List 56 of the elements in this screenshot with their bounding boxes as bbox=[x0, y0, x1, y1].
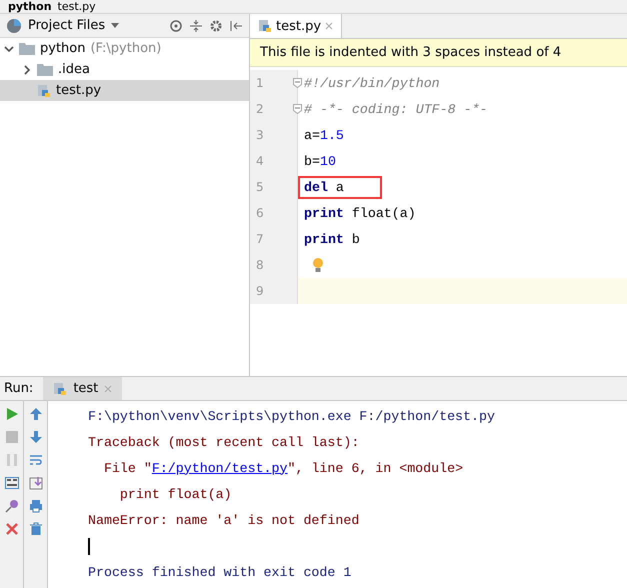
tree-item[interactable]: test.py bbox=[0, 80, 249, 101]
scroll-to-end-icon[interactable] bbox=[28, 476, 42, 490]
up-arrow-icon[interactable] bbox=[28, 407, 42, 421]
code-line: b=10 bbox=[304, 152, 336, 170]
python-file-icon bbox=[258, 19, 272, 33]
code-line: print b bbox=[304, 230, 360, 248]
close-icon[interactable] bbox=[325, 22, 334, 30]
line-number: 3 bbox=[250, 122, 298, 148]
breadcrumb-item[interactable]: python bbox=[8, 0, 52, 14]
line-number: 7 bbox=[250, 226, 298, 252]
hide-icon[interactable] bbox=[229, 18, 243, 32]
fold-icon[interactable] bbox=[293, 78, 302, 88]
console-line: F:\python\venv\Scripts\python.exe F:/python/test.py bbox=[88, 408, 495, 424]
tree-item[interactable]: python (F:\python) bbox=[0, 38, 249, 59]
editor-tab[interactable]: test.py bbox=[250, 14, 342, 38]
python-file-icon bbox=[53, 382, 68, 396]
code-line: a=1.5 bbox=[304, 126, 344, 144]
line-number: 9 bbox=[250, 278, 298, 304]
chevron-right-icon[interactable] bbox=[22, 64, 32, 74]
folder-path: (F:\python) bbox=[90, 41, 162, 56]
line-number: 5 bbox=[250, 174, 298, 200]
indent-warning-banner: This file is indented with 3 spaces instead of 4 bbox=[250, 39, 627, 67]
code-line: # -*- coding: UTF-8 -*- bbox=[304, 100, 488, 118]
lightbulb-icon[interactable] bbox=[312, 257, 324, 273]
code-line: #!/usr/bin/python bbox=[304, 74, 440, 92]
project-view-title[interactable]: Project Files bbox=[28, 18, 106, 33]
tree-item[interactable]: .idea bbox=[0, 59, 249, 80]
collapse-icon[interactable] bbox=[189, 18, 203, 32]
run-tab[interactable]: test bbox=[43, 377, 122, 400]
file-link[interactable]: F:/python/test.py bbox=[152, 460, 288, 476]
layout-icon[interactable] bbox=[4, 476, 18, 490]
console-line: Traceback (most recent call last): bbox=[88, 434, 360, 450]
target-icon[interactable] bbox=[169, 18, 183, 32]
project-icon bbox=[6, 18, 22, 34]
line-number: 4 bbox=[250, 148, 298, 174]
fold-icon[interactable] bbox=[293, 104, 302, 114]
folder-icon bbox=[19, 42, 35, 55]
chevron-down-icon[interactable] bbox=[4, 44, 14, 54]
folder-icon bbox=[37, 63, 53, 76]
console-line: NameError: name 'a' is not defined bbox=[88, 512, 360, 528]
python-file-icon bbox=[37, 84, 51, 98]
down-arrow-icon[interactable] bbox=[28, 430, 42, 444]
wrap-icon[interactable] bbox=[28, 453, 42, 467]
run-icon[interactable] bbox=[4, 407, 18, 421]
print-icon[interactable] bbox=[28, 499, 42, 513]
line-number: 8 bbox=[250, 252, 298, 278]
trash-icon[interactable] bbox=[28, 522, 42, 536]
close-icon[interactable] bbox=[4, 522, 18, 536]
code-line: print float(a) bbox=[304, 204, 416, 222]
console-line: print float(a) bbox=[118, 486, 232, 502]
line-number: 6 bbox=[250, 200, 298, 226]
console-line: Process finished with exit code 1 bbox=[88, 564, 352, 580]
run-label: Run: bbox=[4, 381, 34, 396]
breadcrumb-item[interactable]: test.py bbox=[58, 0, 96, 14]
dropdown-icon[interactable] bbox=[111, 22, 120, 28]
console-line: File "F:/python/test.py", line 6, in <module> bbox=[102, 460, 464, 476]
